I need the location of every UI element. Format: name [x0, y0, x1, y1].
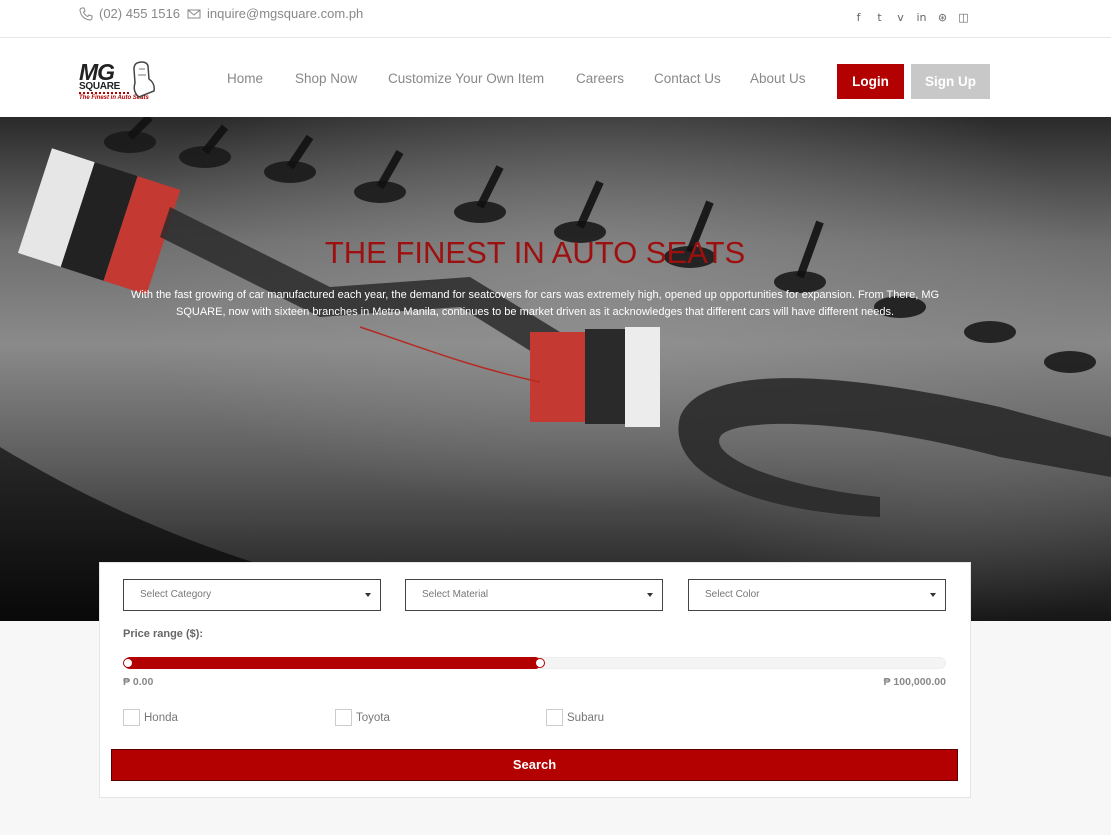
chevron-down-icon [365, 593, 371, 597]
product-filter-panel: Select Category Select Material Select C… [99, 562, 971, 798]
logo-mg: MG [79, 59, 115, 85]
material-select-label: Select Material [422, 589, 489, 600]
checkbox[interactable] [546, 709, 563, 726]
brand-checkbox-toyota[interactable]: Toyota [335, 709, 390, 726]
site-header: MG SQUARE The Finest in Auto Seats Home … [0, 38, 1111, 117]
checkbox[interactable] [335, 709, 352, 726]
checkbox-label: Honda [144, 711, 178, 724]
car-seat-icon [133, 61, 155, 98]
email-contact[interactable]: inquire@mgsquare.com.ph [187, 6, 363, 21]
chevron-down-icon [647, 593, 653, 597]
phone-contact[interactable]: (02) 455 1516 [79, 6, 180, 21]
color-select[interactable]: Select Color [688, 579, 946, 611]
vine-icon[interactable]: v [894, 11, 907, 24]
price-min-handle[interactable] [123, 658, 133, 668]
brand-checkbox-honda[interactable]: Honda [123, 709, 178, 726]
chevron-down-icon [930, 593, 936, 597]
checkbox-label: Toyota [356, 711, 390, 724]
login-button[interactable]: Login [837, 64, 904, 99]
social-links: f t v in ⊛ ◫ [852, 11, 970, 24]
linkedin-icon[interactable]: in [915, 11, 928, 24]
checkbox[interactable] [123, 709, 140, 726]
brand-checkbox-subaru[interactable]: Subaru [546, 709, 604, 726]
hero-description: With the fast growing of car manufacture… [130, 289, 940, 318]
search-button[interactable]: Search [111, 749, 958, 781]
nav-customize[interactable]: Customize Your Own Item [388, 71, 544, 86]
nav-home[interactable]: Home [227, 71, 263, 86]
logo-square: SQUARE [79, 81, 120, 92]
hero-banner: THE FINEST IN AUTO SEATS With the fast g… [0, 117, 1111, 621]
price-range-label: Price range ($): [123, 628, 204, 640]
hero-background-image [0, 117, 1111, 621]
nav-contact-us[interactable]: Contact Us [654, 71, 721, 86]
hero-title: THE FINEST IN AUTO SEATS [324, 235, 746, 270]
mail-icon [187, 9, 201, 18]
color-select-label: Select Color [705, 589, 760, 600]
logo-divider [79, 92, 129, 94]
phone-icon [79, 7, 93, 21]
checkbox-label: Subaru [567, 711, 605, 724]
price-max-value: ₱ 100,000.00 [883, 676, 946, 688]
price-range-fill [124, 657, 541, 669]
nav-about-us[interactable]: About Us [750, 71, 806, 86]
top-bar: (02) 455 1516 inquire@mgsquare.com.ph f … [0, 0, 1111, 38]
signup-button[interactable]: Sign Up [911, 64, 990, 99]
nav-shop-now[interactable]: Shop Now [295, 71, 357, 86]
price-min-value: ₱ 0.00 [123, 676, 154, 688]
site-logo[interactable]: MG SQUARE The Finest in Auto Seats [79, 61, 161, 106]
category-select[interactable]: Select Category [123, 579, 381, 611]
dribbble-icon[interactable]: ⊛ [936, 11, 949, 24]
facebook-icon[interactable]: f [852, 11, 865, 24]
category-select-label: Select Category [140, 589, 212, 600]
material-select[interactable]: Select Material [405, 579, 663, 611]
price-range-slider[interactable] [123, 657, 946, 669]
email-address: inquire@mgsquare.com.ph [207, 6, 364, 21]
twitter-icon[interactable]: t [873, 11, 886, 24]
price-max-handle[interactable] [534, 658, 545, 668]
phone-number: (02) 455 1516 [99, 6, 180, 21]
instagram-icon[interactable]: ◫ [957, 11, 970, 24]
nav-careers[interactable]: Careers [576, 71, 624, 86]
